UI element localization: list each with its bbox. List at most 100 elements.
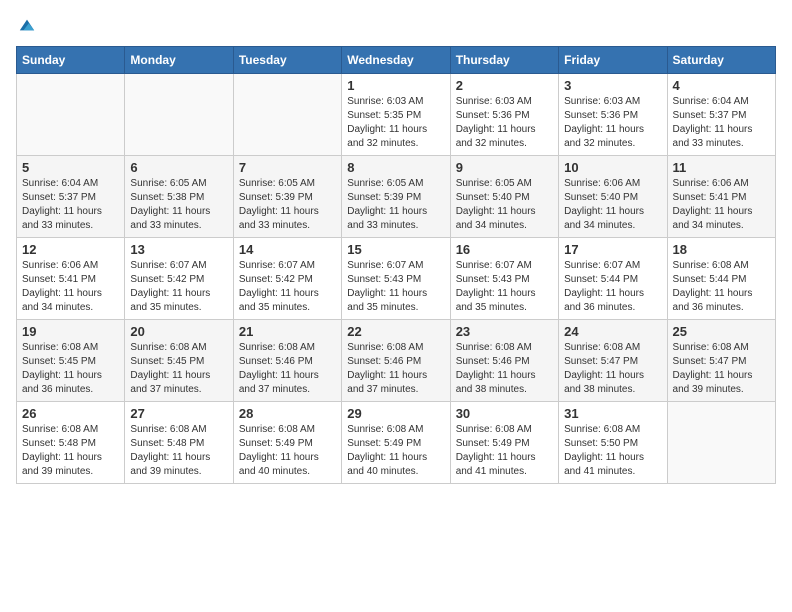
day-number: 20 xyxy=(130,324,227,339)
day-number: 1 xyxy=(347,78,444,93)
day-info: Sunrise: 6:06 AMSunset: 5:40 PMDaylight:… xyxy=(564,177,661,233)
calendar-day-cell: 22 Sunrise: 6:08 AMSunset: 5:46 PMDayligh… xyxy=(342,320,450,402)
day-info: Sunrise: 6:03 AMSunset: 5:35 PMDaylight:… xyxy=(347,95,444,151)
calendar-day-cell: 30 Sunrise: 6:08 AMSunset: 5:49 PMDayligh… xyxy=(450,402,558,484)
calendar-day-cell: 11 Sunrise: 6:06 AMSunset: 5:41 PMDayligh… xyxy=(667,156,775,238)
calendar-day-cell: 21 Sunrise: 6:08 AMSunset: 5:46 PMDayligh… xyxy=(233,320,341,402)
day-info: Sunrise: 6:08 AMSunset: 5:47 PMDaylight:… xyxy=(564,341,661,397)
day-info: Sunrise: 6:06 AMSunset: 5:41 PMDaylight:… xyxy=(22,259,119,315)
calendar-week-row: 19 Sunrise: 6:08 AMSunset: 5:45 PMDayligh… xyxy=(17,320,776,402)
day-info: Sunrise: 6:07 AMSunset: 5:43 PMDaylight:… xyxy=(347,259,444,315)
calendar-header-row: SundayMondayTuesdayWednesdayThursdayFrid… xyxy=(17,47,776,74)
day-number: 21 xyxy=(239,324,336,339)
day-info: Sunrise: 6:08 AMSunset: 5:47 PMDaylight:… xyxy=(673,341,770,397)
day-number: 19 xyxy=(22,324,119,339)
day-number: 7 xyxy=(239,160,336,175)
day-number: 12 xyxy=(22,242,119,257)
calendar-day-cell xyxy=(667,402,775,484)
day-of-week-header: Friday xyxy=(559,47,667,74)
calendar-day-cell: 6 Sunrise: 6:05 AMSunset: 5:38 PMDaylight… xyxy=(125,156,233,238)
calendar-day-cell: 18 Sunrise: 6:08 AMSunset: 5:44 PMDayligh… xyxy=(667,238,775,320)
calendar-day-cell: 10 Sunrise: 6:06 AMSunset: 5:40 PMDayligh… xyxy=(559,156,667,238)
day-info: Sunrise: 6:04 AMSunset: 5:37 PMDaylight:… xyxy=(22,177,119,233)
day-info: Sunrise: 6:06 AMSunset: 5:41 PMDaylight:… xyxy=(673,177,770,233)
day-info: Sunrise: 6:07 AMSunset: 5:44 PMDaylight:… xyxy=(564,259,661,315)
day-info: Sunrise: 6:08 AMSunset: 5:50 PMDaylight:… xyxy=(564,423,661,479)
day-number: 22 xyxy=(347,324,444,339)
calendar-week-row: 1 Sunrise: 6:03 AMSunset: 5:35 PMDaylight… xyxy=(17,74,776,156)
day-info: Sunrise: 6:08 AMSunset: 5:44 PMDaylight:… xyxy=(673,259,770,315)
calendar-day-cell xyxy=(233,74,341,156)
calendar-week-row: 12 Sunrise: 6:06 AMSunset: 5:41 PMDayligh… xyxy=(17,238,776,320)
day-number: 3 xyxy=(564,78,661,93)
day-of-week-header: Tuesday xyxy=(233,47,341,74)
day-info: Sunrise: 6:05 AMSunset: 5:39 PMDaylight:… xyxy=(239,177,336,233)
calendar-day-cell: 3Sunrise: 6:03 AMSunset: 5:36 PMDaylight… xyxy=(559,74,667,156)
calendar-day-cell: 31 Sunrise: 6:08 AMSunset: 5:50 PMDayligh… xyxy=(559,402,667,484)
calendar-day-cell: 9 Sunrise: 6:05 AMSunset: 5:40 PMDaylight… xyxy=(450,156,558,238)
day-number: 10 xyxy=(564,160,661,175)
calendar-day-cell: 26Sunrise: 6:08 AMSunset: 5:48 PMDayligh… xyxy=(17,402,125,484)
calendar-day-cell: 12 Sunrise: 6:06 AMSunset: 5:41 PMDayligh… xyxy=(17,238,125,320)
calendar-day-cell: 25 Sunrise: 6:08 AMSunset: 5:47 PMDayligh… xyxy=(667,320,775,402)
day-number: 13 xyxy=(130,242,227,257)
day-info: Sunrise: 6:07 AMSunset: 5:43 PMDaylight:… xyxy=(456,259,553,315)
day-info: Sunrise: 6:08 AMSunset: 5:46 PMDaylight:… xyxy=(239,341,336,397)
day-of-week-header: Thursday xyxy=(450,47,558,74)
day-of-week-header: Monday xyxy=(125,47,233,74)
day-info: Sunrise: 6:05 AMSunset: 5:40 PMDaylight:… xyxy=(456,177,553,233)
day-info: Sunrise: 6:08 AMSunset: 5:49 PMDaylight:… xyxy=(456,423,553,479)
day-number: 8 xyxy=(347,160,444,175)
day-number: 24 xyxy=(564,324,661,339)
day-info: Sunrise: 6:08 AMSunset: 5:46 PMDaylight:… xyxy=(347,341,444,397)
calendar-day-cell: 29 Sunrise: 6:08 AMSunset: 5:49 PMDayligh… xyxy=(342,402,450,484)
calendar-day-cell: 13 Sunrise: 6:07 AMSunset: 5:42 PMDayligh… xyxy=(125,238,233,320)
calendar-day-cell: 5Sunrise: 6:04 AMSunset: 5:37 PMDaylight… xyxy=(17,156,125,238)
day-number: 25 xyxy=(673,324,770,339)
day-number: 30 xyxy=(456,406,553,421)
day-number: 14 xyxy=(239,242,336,257)
calendar-day-cell: 20 Sunrise: 6:08 AMSunset: 5:45 PMDayligh… xyxy=(125,320,233,402)
day-info: Sunrise: 6:08 AMSunset: 5:46 PMDaylight:… xyxy=(456,341,553,397)
calendar-day-cell: 19 Sunrise: 6:08 AMSunset: 5:45 PMDayligh… xyxy=(17,320,125,402)
calendar-day-cell: 17 Sunrise: 6:07 AMSunset: 5:44 PMDayligh… xyxy=(559,238,667,320)
day-info: Sunrise: 6:03 AMSunset: 5:36 PMDaylight:… xyxy=(456,95,553,151)
calendar-day-cell: 15 Sunrise: 6:07 AMSunset: 5:43 PMDayligh… xyxy=(342,238,450,320)
day-info: Sunrise: 6:07 AMSunset: 5:42 PMDaylight:… xyxy=(130,259,227,315)
calendar-day-cell: 7 Sunrise: 6:05 AMSunset: 5:39 PMDaylight… xyxy=(233,156,341,238)
page-header xyxy=(16,16,776,34)
day-info: Sunrise: 6:08 AMSunset: 5:45 PMDaylight:… xyxy=(130,341,227,397)
day-number: 6 xyxy=(130,160,227,175)
day-of-week-header: Sunday xyxy=(17,47,125,74)
day-number: 18 xyxy=(673,242,770,257)
day-number: 17 xyxy=(564,242,661,257)
day-number: 11 xyxy=(673,160,770,175)
logo xyxy=(16,16,36,34)
calendar-day-cell: 1 Sunrise: 6:03 AMSunset: 5:35 PMDaylight… xyxy=(342,74,450,156)
day-number: 15 xyxy=(347,242,444,257)
day-number: 31 xyxy=(564,406,661,421)
day-info: Sunrise: 6:04 AMSunset: 5:37 PMDaylight:… xyxy=(673,95,770,151)
day-number: 16 xyxy=(456,242,553,257)
day-number: 28 xyxy=(239,406,336,421)
calendar-day-cell: 14Sunrise: 6:07 AMSunset: 5:42 PMDayligh… xyxy=(233,238,341,320)
calendar-day-cell: 2Sunrise: 6:03 AMSunset: 5:36 PMDaylight… xyxy=(450,74,558,156)
day-info: Sunrise: 6:08 AMSunset: 5:49 PMDaylight:… xyxy=(239,423,336,479)
calendar-day-cell: 8Sunrise: 6:05 AMSunset: 5:39 PMDaylight… xyxy=(342,156,450,238)
calendar-table: SundayMondayTuesdayWednesdayThursdayFrid… xyxy=(16,46,776,484)
calendar-day-cell: 4 Sunrise: 6:04 AMSunset: 5:37 PMDaylight… xyxy=(667,74,775,156)
day-number: 4 xyxy=(673,78,770,93)
day-of-week-header: Saturday xyxy=(667,47,775,74)
day-number: 27 xyxy=(130,406,227,421)
calendar-day-cell: 27Sunrise: 6:08 AMSunset: 5:48 PMDayligh… xyxy=(125,402,233,484)
day-info: Sunrise: 6:08 AMSunset: 5:45 PMDaylight:… xyxy=(22,341,119,397)
calendar-day-cell: 23Sunrise: 6:08 AMSunset: 5:46 PMDayligh… xyxy=(450,320,558,402)
day-number: 29 xyxy=(347,406,444,421)
calendar-day-cell xyxy=(125,74,233,156)
calendar-week-row: 5Sunrise: 6:04 AMSunset: 5:37 PMDaylight… xyxy=(17,156,776,238)
day-number: 9 xyxy=(456,160,553,175)
calendar-day-cell: 28 Sunrise: 6:08 AMSunset: 5:49 PMDayligh… xyxy=(233,402,341,484)
day-info: Sunrise: 6:08 AMSunset: 5:49 PMDaylight:… xyxy=(347,423,444,479)
day-info: Sunrise: 6:05 AMSunset: 5:38 PMDaylight:… xyxy=(130,177,227,233)
calendar-day-cell: 16 Sunrise: 6:07 AMSunset: 5:43 PMDayligh… xyxy=(450,238,558,320)
